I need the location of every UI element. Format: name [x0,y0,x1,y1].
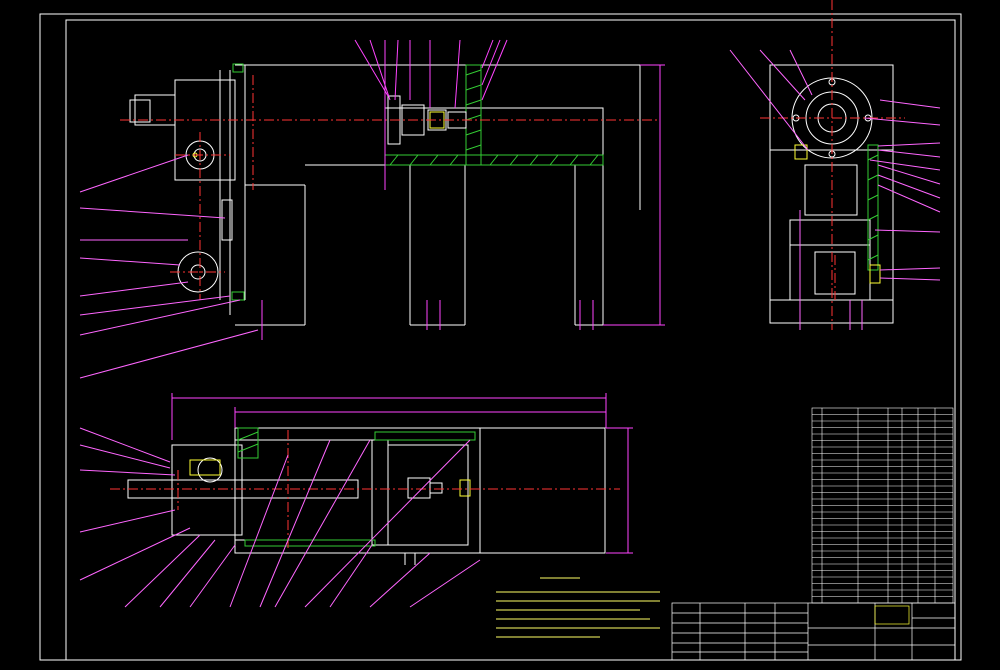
parts-list-table [811,407,954,604]
title-block [671,602,956,661]
plan-view [79,393,633,608]
front-view [79,39,665,379]
sheet-frame [39,13,962,661]
side-view [729,0,941,330]
cad-drawing-sheet [0,0,1000,666]
technical-notes [496,577,660,638]
cad-canvas [39,0,962,661]
